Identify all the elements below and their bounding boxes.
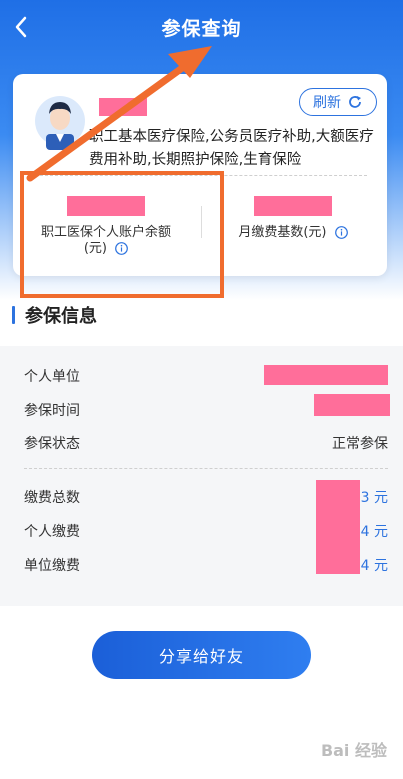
status-value: 正常参保	[332, 436, 388, 452]
monthly-base-stat: 月缴费基数(元)	[208, 196, 378, 241]
base-label: 月缴费基数(元)	[238, 225, 327, 240]
refresh-label: 刷新	[313, 95, 341, 111]
avatar	[35, 96, 85, 150]
unit-redaction	[264, 365, 388, 385]
info-row-unit: 个人单位	[24, 365, 388, 386]
date-redaction	[314, 394, 390, 416]
info-row-status: 参保状态 正常参保	[24, 433, 388, 453]
refresh-icon	[349, 96, 361, 108]
highlight-box	[20, 171, 224, 298]
base-redaction	[254, 196, 332, 216]
watermark: Bai 经验	[320, 741, 387, 760]
divider	[24, 468, 388, 469]
page-title: 参保查询	[161, 18, 242, 40]
payments-redaction	[316, 480, 360, 574]
info-row-date: 参保时间	[24, 394, 390, 420]
section-bar	[12, 306, 15, 324]
insured-types: 职工基本医疗保险,公务员医疗补助,大额医疗费用补助,长期照护保险,生育保险	[89, 129, 374, 168]
name-redaction	[99, 98, 147, 116]
refresh-button[interactable]: 刷新	[299, 88, 377, 116]
share-button[interactable]: 分享给好友	[92, 631, 311, 679]
section-title: 参保信息	[12, 302, 97, 328]
info-icon[interactable]	[334, 226, 348, 239]
